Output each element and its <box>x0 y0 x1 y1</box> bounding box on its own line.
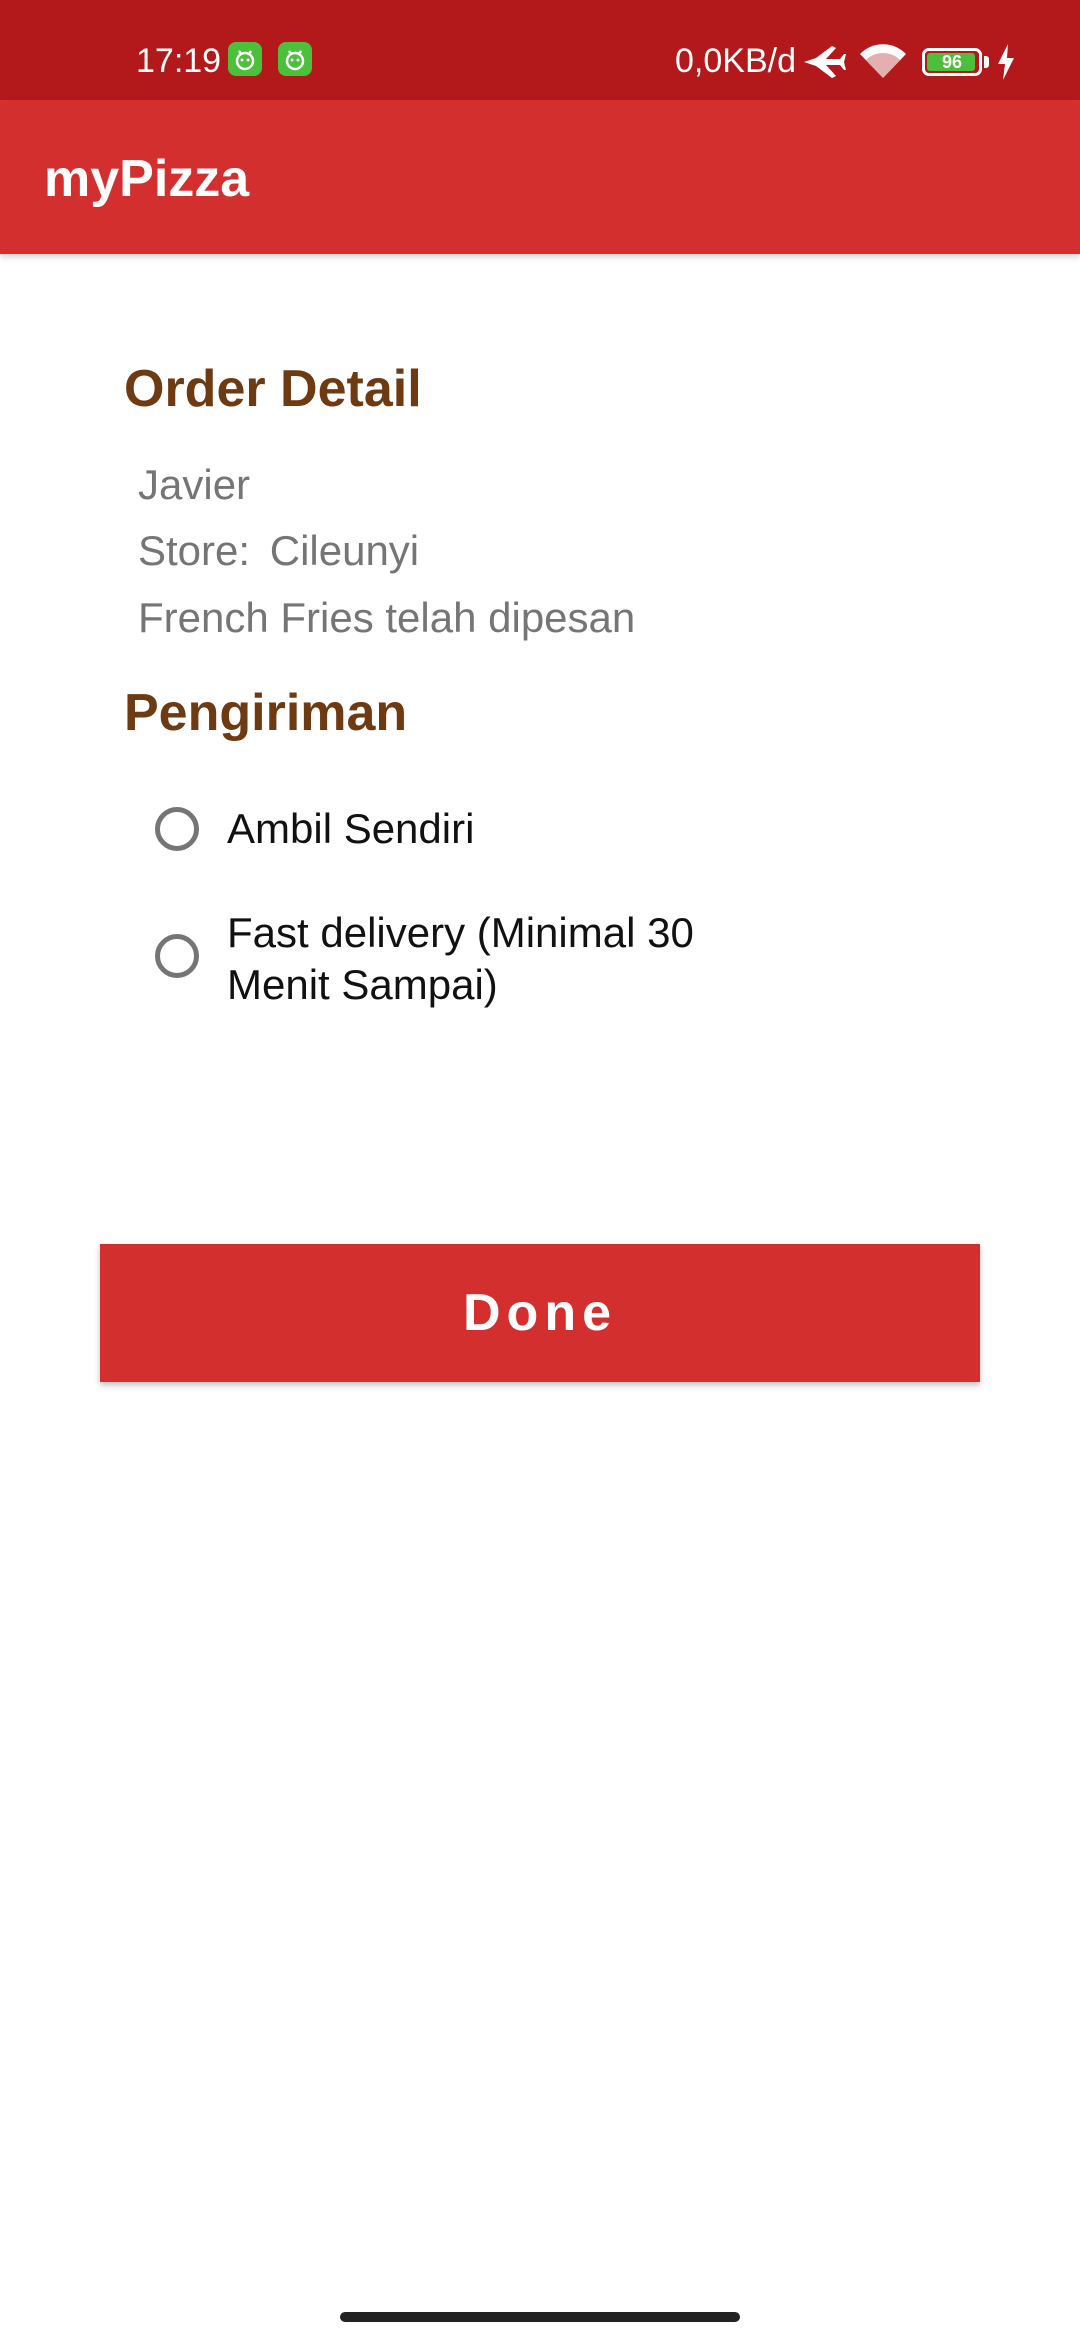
store-name: Cileunyi <box>269 527 420 574</box>
battery-level: 96 <box>941 52 963 72</box>
battery-icon: 96 <box>922 48 982 76</box>
order-detail-heading: Order Detail <box>124 360 422 418</box>
battery-tip <box>984 56 989 68</box>
status-bar: 17:19 0,0KB/d 96 <box>0 0 1080 100</box>
radio-button[interactable] <box>155 807 199 851</box>
android-face-icon <box>228 42 262 76</box>
radio-option-pickup[interactable]: Ambil Sendiri <box>150 786 790 872</box>
app-title: myPizza <box>44 150 250 208</box>
radio-button[interactable] <box>155 934 199 978</box>
app-bar: myPizza <box>0 100 1080 254</box>
network-speed: 0,0KB/d <box>675 42 796 80</box>
store-line: Store: Cileunyi <box>138 524 419 578</box>
shipping-heading: Pengiriman <box>124 684 408 742</box>
wifi-icon <box>858 42 908 85</box>
status-time: 17:19 <box>136 42 222 80</box>
charging-icon <box>996 44 1016 85</box>
android-face-icon <box>278 42 312 76</box>
radio-label[interactable]: Fast delivery (Minimal 30 Menit Sampai) <box>227 907 747 1011</box>
customer-name: Javier <box>138 461 251 508</box>
airplane-icon <box>802 42 846 87</box>
store-label: Store: <box>138 527 251 574</box>
home-indicator[interactable] <box>340 2312 740 2322</box>
done-button[interactable]: Done <box>100 1244 980 1382</box>
radio-label[interactable]: Ambil Sendiri <box>227 803 787 855</box>
radio-option-fast-delivery[interactable]: Fast delivery (Minimal 30 Menit Sampai) <box>150 900 790 1018</box>
order-item-status: French Fries telah dipesan <box>138 594 636 641</box>
